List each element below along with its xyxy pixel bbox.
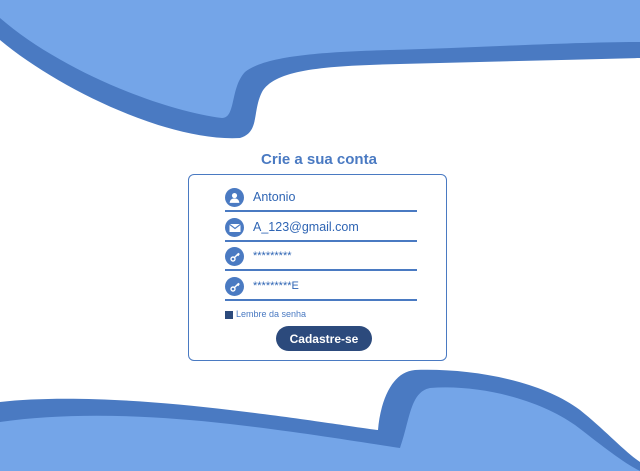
email-icon [225, 218, 244, 237]
email-field[interactable]: A_123@gmail.com [225, 216, 417, 242]
confirm-password-field[interactable]: *********E [225, 275, 417, 301]
key-icon [225, 277, 244, 296]
name-value: Antonio [253, 190, 296, 204]
user-icon [225, 188, 244, 207]
confirm-password-underline [225, 299, 417, 301]
signup-card: Antonio A_123@gmail.com ********* ******… [188, 174, 447, 361]
password-value: ********* [253, 250, 292, 262]
remember-checkbox[interactable] [225, 311, 233, 319]
email-underline [225, 240, 417, 242]
page-title: Crie a sua conta [261, 151, 377, 168]
password-underline [225, 269, 417, 271]
signup-button[interactable]: Cadastre-se [276, 326, 372, 351]
email-value: A_123@gmail.com [253, 220, 359, 234]
confirm-password-value: *********E [253, 280, 299, 292]
name-underline [225, 210, 417, 212]
name-field[interactable]: Antonio [225, 186, 417, 212]
password-field[interactable]: ********* [225, 245, 417, 271]
key-icon [225, 247, 244, 266]
remember-label: Lembre da senha [236, 309, 307, 319]
